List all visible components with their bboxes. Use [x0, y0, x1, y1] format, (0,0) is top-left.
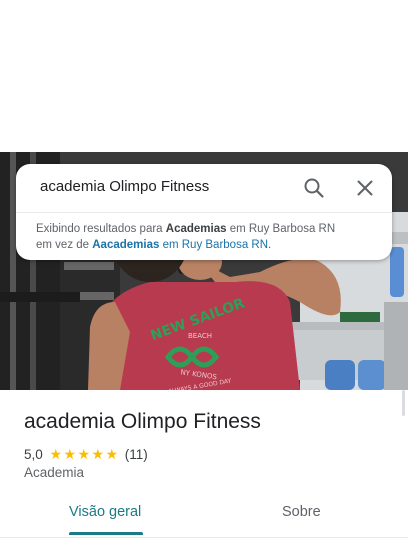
original-query-link[interactable]: Aacademias [92, 239, 159, 251]
place-info-panel: academia Olimpo Fitness 5,0 ★ ★ ★ ★ ★ (1… [0, 390, 408, 544]
rating-stars: ★ ★ ★ ★ ★ [49, 447, 119, 461]
rating-row[interactable]: 5,0 ★ ★ ★ ★ ★ (11) [24, 445, 148, 463]
search-query[interactable]: academia Olimpo Fitness [40, 178, 209, 195]
star-icon: ★ [105, 446, 119, 462]
place-category[interactable]: Academia [24, 465, 84, 480]
rating-value: 5,0 [24, 446, 43, 462]
shirt-print-beach: BEACH [188, 332, 212, 340]
close-icon[interactable] [353, 176, 377, 200]
spelling-notice: Exibindo resultados para Academias em Ru… [36, 221, 386, 253]
original-location-link[interactable]: em Ruy Barbosa RN [159, 239, 268, 251]
star-icon: ★ [77, 446, 91, 462]
search-bar[interactable]: academia Olimpo Fitness [16, 164, 392, 212]
search-divider [16, 212, 392, 213]
notice-location: em Ruy Barbosa RN [226, 223, 336, 235]
place-title: academia Olimpo Fitness [24, 410, 261, 433]
notice-mid: em vez de [36, 239, 93, 251]
star-icon: ★ [49, 446, 63, 462]
tab-about[interactable]: Sobre [282, 504, 321, 520]
tabs-divider [0, 537, 408, 538]
search-card: academia Olimpo Fitness Exibindo resulta… [16, 164, 392, 260]
top-blank-area [0, 0, 408, 152]
review-count[interactable]: (11) [125, 447, 148, 462]
active-tab-indicator [69, 532, 143, 535]
star-icon: ★ [63, 446, 77, 462]
notice-term: Academias [165, 223, 227, 235]
scrollbar[interactable] [402, 390, 405, 416]
search-icon[interactable] [302, 176, 326, 200]
place-tabs: Visão geral Sobre [0, 502, 408, 538]
tab-overview[interactable]: Visão geral [69, 504, 141, 520]
notice-prefix: Exibindo resultados para [36, 223, 166, 235]
star-icon: ★ [91, 446, 105, 462]
notice-end: . [268, 239, 272, 251]
